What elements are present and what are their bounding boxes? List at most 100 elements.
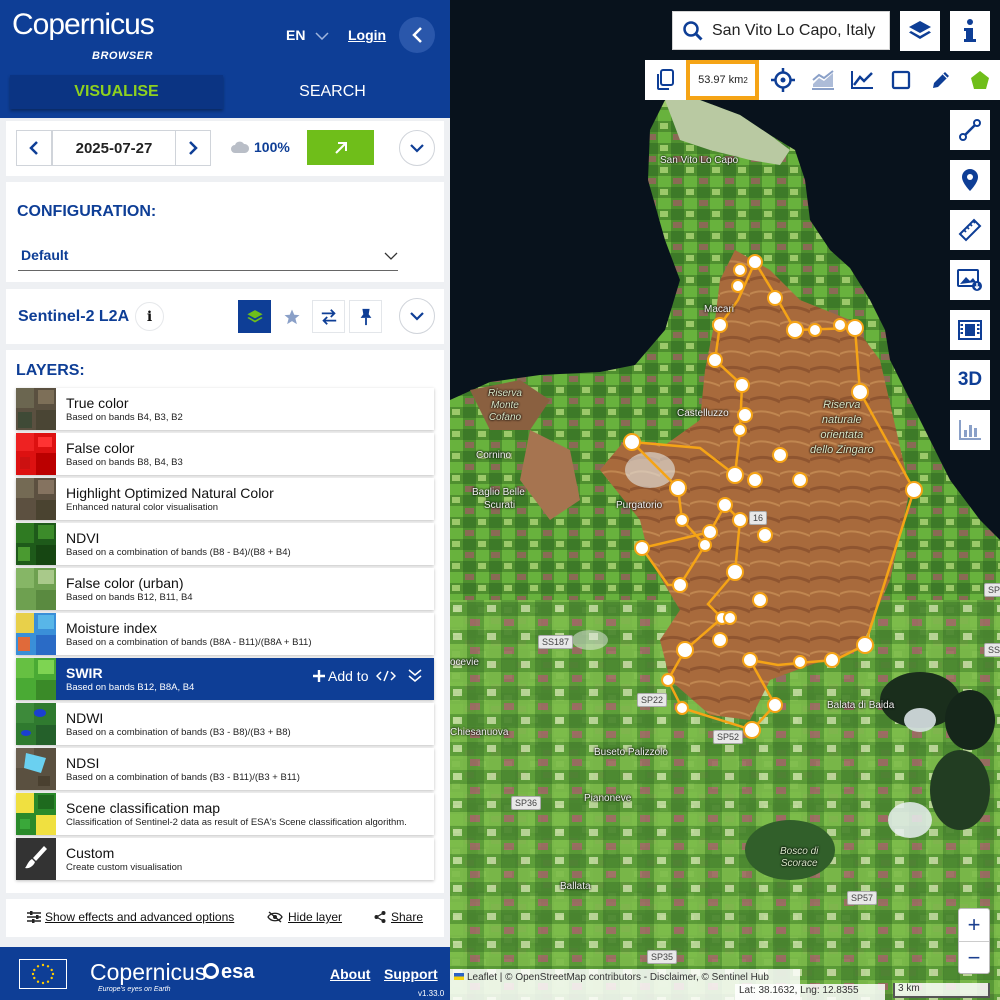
layer-title: Moisture index [66,620,158,636]
date-input[interactable]: 2025-07-27 [52,130,176,166]
login-link[interactable]: Login [348,27,386,43]
language-selector[interactable]: EN [286,27,329,43]
measure-distance-button[interactable] [950,110,990,150]
previous-date-button[interactable] [16,130,52,166]
layer-true-color[interactable]: True color Based on bands B4, B3, B2 [16,388,434,430]
attribution-text[interactable]: Leaflet | © OpenStreetMap contributors -… [467,972,769,983]
layer-moisture-index[interactable]: Moisture index Based on a combination of… [16,613,434,655]
area-chart-icon [811,70,834,90]
hide-layer-label: Hide layer [288,910,343,924]
next-date-button[interactable] [175,130,211,166]
aoi-area-unit: km [728,74,744,86]
download-image-button[interactable] [950,260,990,300]
urban-thumbnail [16,568,56,610]
favourite-button[interactable] [275,300,308,333]
layer-ndwi[interactable]: NDWI Based on a combination of bands (B3… [16,703,434,745]
histogram-button[interactable] [950,410,990,450]
statistics-button[interactable] [803,60,842,100]
layer-description: Based on a combination of bands (B3 - B1… [66,772,300,783]
configuration-select[interactable]: Default [18,244,398,271]
aoi-area-readout: 53.97 km 2 [686,60,760,100]
draw-polygon-button[interactable] [961,60,1000,100]
esa-logo[interactable]: esa [203,961,254,984]
share-link[interactable]: Share [374,910,423,924]
ukraine-flag-icon [454,973,464,980]
chevron-down-icon [410,311,424,321]
layer-title: NDSI [66,755,100,771]
3d-label: 3D [957,369,983,390]
3d-view-button[interactable]: 3D [950,360,990,400]
road-tag-sp36: SP36 [511,796,542,810]
chevron-left-icon [412,27,422,43]
esa-logo-text: esa [221,961,255,983]
collapse-sidebar-button[interactable] [399,17,435,53]
cloud-coverage-value: 100% [254,139,290,155]
layer-false-color-urban[interactable]: False color (urban) Based on bands B12, … [16,568,434,610]
layer-ndsi[interactable]: NDSI Based on a combination of bands (B3… [16,748,434,790]
layer-options-bar: Show effects and advanced options Hide l… [6,899,444,937]
layer-custom[interactable]: Custom Create custom visualisation [16,838,434,880]
effects-options-link[interactable]: Show effects and advanced options [27,910,234,924]
location-search-input[interactable] [712,21,882,40]
collection-info-button[interactable]: i [135,302,164,331]
search-icon [683,20,703,41]
cloud-icon [231,141,250,153]
copernicus-browser-logo[interactable]: Copernicus BROWSER [12,8,155,62]
sidebar: Copernicus BROWSER EN Login VISUALISE SE… [0,0,450,1000]
map-canvas[interactable]: San Vito Lo Capo Macari Castelluzzo Corn… [450,0,1000,1000]
version-label: v1.33.0 [418,989,445,998]
pushpin-icon [360,308,371,325]
zoom-in-button[interactable]: + [959,909,989,941]
place-label-pianoneve: Pianoneve [584,793,632,804]
road-tag-ss1: SS18 [984,643,1000,657]
draw-rectangle-button[interactable] [882,60,921,100]
tab-search[interactable]: SEARCH [225,75,440,109]
location-search-box[interactable] [672,11,890,50]
layers-view-button[interactable] [238,300,271,333]
star-icon [284,309,299,324]
support-link[interactable]: Support [384,966,438,982]
zoom-out-button[interactable]: − [959,941,989,973]
timeseries-button[interactable] [842,60,881,100]
cloud-coverage-filter[interactable]: 100% [230,139,290,155]
layer-description: Based on bands B12, B11, B4 [66,592,193,603]
copernicus-logo[interactable]: Copernicus Europe's eyes on Earth [90,959,206,993]
layers-icon [246,309,263,323]
road-tag-sp6: SP6 [984,583,1000,597]
hide-layer-link[interactable]: Hide layer [267,910,342,924]
map-toolbar: 53.97 km 2 [645,60,1000,100]
road-tag-16: 16 [749,511,768,525]
false-color-thumbnail [16,433,56,475]
pin-location-button[interactable] [950,160,990,200]
satellite-imagery [450,0,1000,1000]
layer-natural-color[interactable]: Highlight Optimized Natural Color Enhanc… [16,478,434,520]
edit-aoi-button[interactable] [921,60,960,100]
eu-flag-icon [19,959,67,989]
layer-ndvi[interactable]: NDVI Based on a combination of bands (B8… [16,523,434,565]
ruler-button[interactable] [950,210,990,250]
layer-scene-classification[interactable]: Scene classification map Classification … [16,793,434,835]
copy-aoi-button[interactable] [645,60,684,100]
info-button[interactable] [950,11,990,51]
place-label-macari: Macari [704,304,735,315]
place-label-buseto: Buseto Palizzolo [594,747,668,758]
pentagon-icon [971,71,990,89]
timelapse-button[interactable] [950,310,990,350]
logo-subtitle: BROWSER [92,50,153,62]
pin-button[interactable] [349,300,382,333]
place-label-chiesanuova: Chiesanuova [450,727,509,738]
layer-swir[interactable]: SWIR Based on bands B12, B8A, B4 Add to [16,658,434,700]
layer-false-color[interactable]: False color Based on bands B8, B4, B3 [16,433,434,475]
tab-visualise[interactable]: VISUALISE [10,75,223,109]
place-label-riserva-zingaro: Riserva naturale orientata dello Zingaro [810,399,874,456]
place-label-purgatorio: Purgatorio [616,500,663,511]
search-dates-button[interactable] [307,130,374,165]
cursor-coordinates: Lat: 38.1632, Lng: 12.8355 [735,984,885,1000]
center-aoi-button[interactable] [763,60,802,100]
layers-toggle-button[interactable] [900,11,940,51]
add-to-button[interactable]: Add to [313,668,422,684]
expand-collection-button[interactable] [399,298,435,334]
about-link[interactable]: About [330,966,370,982]
expand-date-panel-button[interactable] [399,130,435,166]
compare-button[interactable] [312,300,345,333]
